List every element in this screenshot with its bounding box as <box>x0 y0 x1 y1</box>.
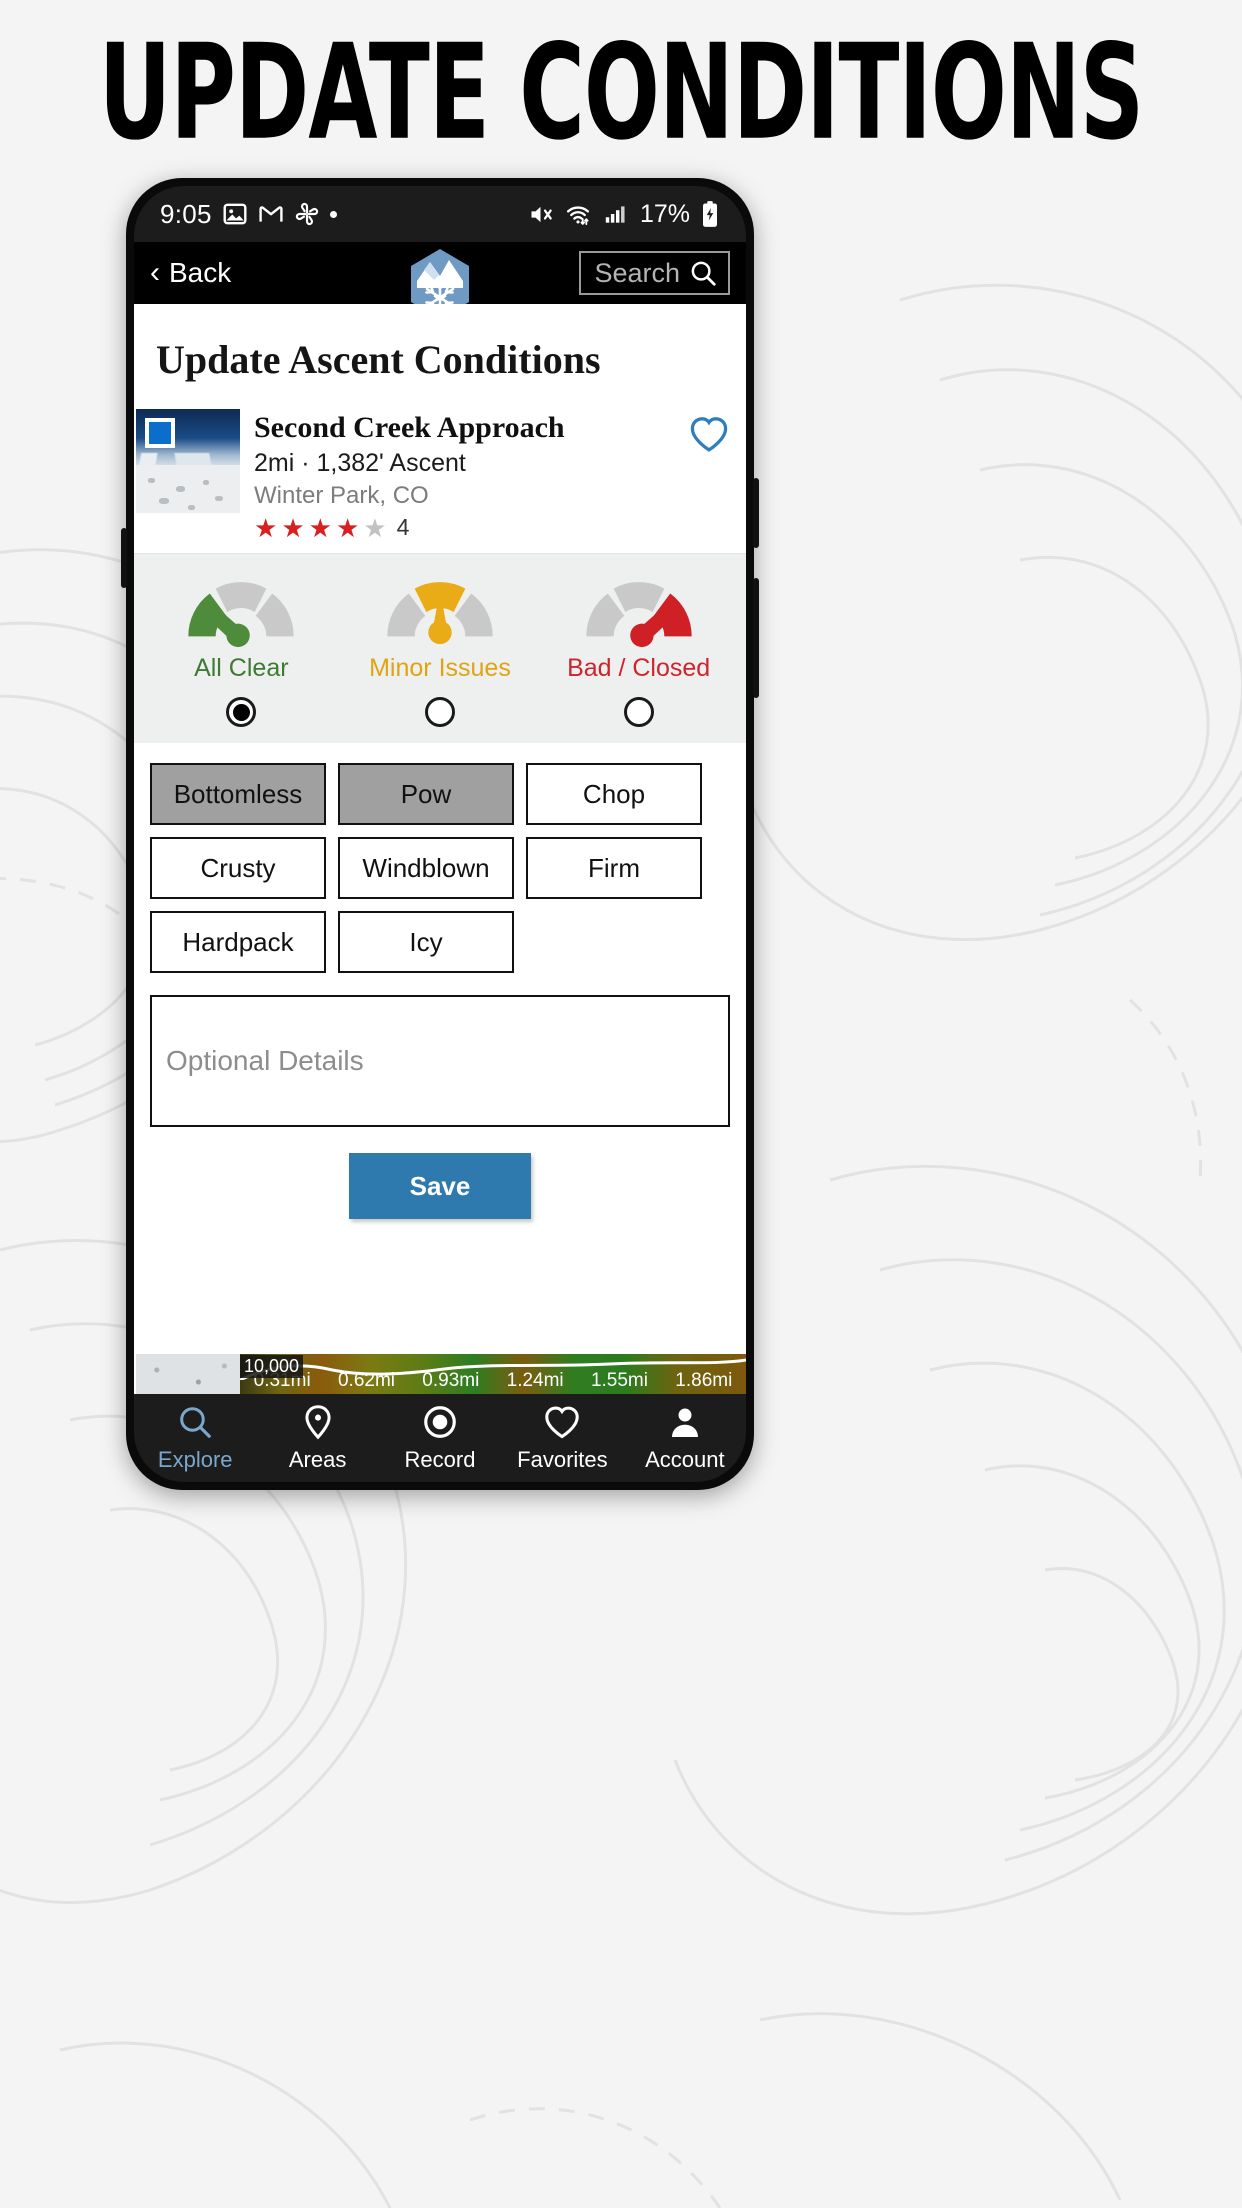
status-radio-selected[interactable] <box>226 697 257 727</box>
trail-stats: 2mi · 1,382' Ascent <box>254 449 466 477</box>
battery-charging-icon <box>703 201 717 227</box>
star-icon: ★ <box>363 512 387 543</box>
star-icon: ★ <box>254 512 278 543</box>
nav-label: Favorites <box>517 1447 608 1472</box>
phone-volume-button <box>121 528 127 588</box>
nav-item-favorites[interactable]: Favorites <box>501 1403 623 1473</box>
back-button[interactable]: ‹ Back <box>150 257 231 289</box>
bottom-navigation: Explore Areas Record Favorites Account <box>134 1394 746 1482</box>
nav-label: Account <box>645 1447 725 1472</box>
status-label: Minor Issues <box>369 654 511 682</box>
status-label: Bad / Closed <box>567 654 711 682</box>
gauge-green-icon <box>188 582 294 648</box>
nav-label: Record <box>404 1447 476 1472</box>
status-radio[interactable] <box>424 697 455 727</box>
star-icon: ★ <box>308 512 332 543</box>
status-option-minor-issues[interactable]: Minor Issues <box>342 572 539 727</box>
nav-label: Explore <box>157 1447 233 1472</box>
star-icon: ★ <box>335 512 360 543</box>
trail-thumbnail <box>136 409 240 513</box>
condition-chips: Bottomless Pow Chop Crusty Windblown Fir… <box>134 743 746 973</box>
star-icon: ★ <box>281 512 305 543</box>
nav-label: Areas <box>288 1447 347 1472</box>
dot-icon <box>329 210 337 218</box>
chip-chop[interactable]: Chop <box>526 763 702 825</box>
person-icon <box>671 1408 698 1438</box>
condition-status-selector: All Clear Minor Issues Bad / Closed <box>134 553 746 743</box>
favorite-button[interactable] <box>688 409 746 541</box>
status-bar: 9:05 17% <box>134 186 746 242</box>
page-title: UPDATE CONDITIONS <box>98 17 1144 170</box>
status-option-bad-closed[interactable]: Bad / Closed <box>540 572 737 727</box>
save-button[interactable]: Save <box>349 1153 531 1219</box>
search-input[interactable]: Search <box>579 251 730 295</box>
battery-percent: 17% <box>639 199 690 228</box>
phone-power-button <box>753 478 759 548</box>
trail-card[interactable]: Second Creek Approach 2mi · 1,382' Ascen… <box>134 409 746 553</box>
chip-firm[interactable]: Firm <box>526 837 702 899</box>
back-label: Back <box>169 257 232 288</box>
chip-icy[interactable]: Icy <box>338 911 514 973</box>
optional-details-placeholder: Optional Details <box>166 1045 364 1076</box>
status-label: All Clear <box>194 654 289 682</box>
phone-screen: 9:05 17% ‹ Back Search Update Ascent Con… <box>134 186 746 1482</box>
status-time: 9:05 <box>160 198 212 229</box>
mute-icon <box>531 206 552 222</box>
cell-signal-icon <box>605 206 625 223</box>
nav-item-account[interactable]: Account <box>624 1403 746 1473</box>
app-header: ‹ Back Search <box>134 242 746 319</box>
wifi-icon <box>566 205 590 225</box>
status-radio[interactable] <box>623 697 654 727</box>
chip-hardpack[interactable]: Hardpack <box>150 911 326 973</box>
elevation-gradient-bar: 0.31mi 0.62mi 0.93mi 1.24mi 1.55mi 1.86m… <box>240 1354 746 1394</box>
nav-item-explore[interactable]: Explore <box>134 1403 256 1473</box>
trail-name: Second Creek Approach <box>254 411 565 444</box>
chip-crusty[interactable]: Crusty <box>150 837 326 899</box>
phone-side-button <box>753 578 759 698</box>
gauge-red-icon <box>585 582 692 648</box>
elevation-line <box>240 1358 746 1380</box>
difficulty-badge-blue-square <box>145 418 175 448</box>
nav-item-record[interactable]: Record <box>379 1403 501 1473</box>
rating-count: 4 <box>396 514 410 540</box>
screenshot-root: UPDATE CONDITIONS 9:05 17% ‹ Back Search… <box>0 0 1242 2208</box>
search-icon <box>180 1407 212 1438</box>
pin-icon <box>305 1405 331 1440</box>
screen-heading: Update Ascent Conditions <box>156 337 601 382</box>
peek-thumbnail <box>136 1354 240 1394</box>
phone-device: 9:05 17% ‹ Back Search Update Ascent Con… <box>121 178 759 1490</box>
record-icon <box>424 1406 456 1438</box>
gmail-icon <box>259 206 283 222</box>
trail-rating: ★ ★ ★ ★ ★ 4 <box>254 514 688 541</box>
heart-icon <box>545 1406 580 1439</box>
gauge-yellow-icon <box>387 582 493 645</box>
optional-details-input[interactable]: Optional Details <box>150 995 730 1127</box>
image-icon <box>223 203 247 225</box>
chevron-left-icon: ‹ <box>150 256 160 289</box>
elevation-altitude-label: 10,000 <box>240 1355 304 1378</box>
chip-bottomless[interactable]: Bottomless <box>150 763 326 825</box>
search-placeholder: Search <box>594 257 680 288</box>
google-photos-icon <box>295 202 318 226</box>
elevation-profile-peek: 0.31mi 0.62mi 0.93mi 1.24mi 1.55mi 1.86m… <box>134 1354 746 1394</box>
app-content: Update Ascent Conditions Second Creek Ap… <box>134 304 746 1394</box>
heart-outline-icon <box>690 417 728 452</box>
search-icon <box>691 261 716 286</box>
nav-item-areas[interactable]: Areas <box>256 1403 378 1473</box>
status-option-all-clear[interactable]: All Clear <box>143 572 340 727</box>
chip-pow[interactable]: Pow <box>338 763 514 825</box>
trail-location: Winter Park, CO <box>254 482 429 509</box>
chip-windblown[interactable]: Windblown <box>338 837 514 899</box>
